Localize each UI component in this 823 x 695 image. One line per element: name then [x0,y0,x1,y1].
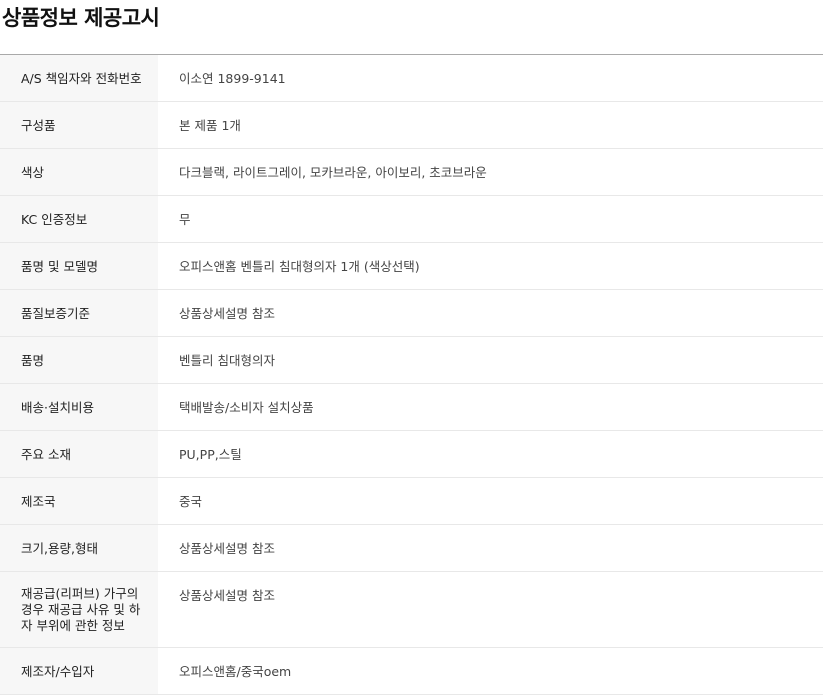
row-label: 색상 [0,148,158,196]
product-info-table: A/S 책임자와 전화번호 이소연 1899-9141 구성품 본 제품 1개 … [0,54,823,695]
row-label: 크기,용량,형태 [0,524,158,572]
table-row: 재공급(리퍼브) 가구의 경우 재공급 사유 및 하자 부위에 관한 정보 상품… [0,571,823,648]
row-value: 벤틀리 침대형의자 [158,336,823,384]
row-value: 택배발송/소비자 설치상품 [158,383,823,431]
table-row: 품명 벤틀리 침대형의자 [0,336,823,384]
row-value: 이소연 1899-9141 [158,54,823,102]
table-row: A/S 책임자와 전화번호 이소연 1899-9141 [0,54,823,102]
row-label: 구성품 [0,101,158,149]
row-value: 오피스앤홈 벤틀리 침대형의자 1개 (색상선택) [158,242,823,290]
table-row: 품명 및 모델명 오피스앤홈 벤틀리 침대형의자 1개 (색상선택) [0,242,823,290]
product-notice-page: 상품정보 제공고시 A/S 책임자와 전화번호 이소연 1899-9141 구성… [0,0,823,695]
table-row: 주요 소재 PU,PP,스틸 [0,430,823,478]
row-label: 품질보증기준 [0,289,158,337]
row-value: 오피스앤홈/중국oem [158,647,823,695]
row-value: 다크블랙, 라이트그레이, 모카브라운, 아이보리, 초코브라운 [158,148,823,196]
row-label: 제조국 [0,477,158,525]
row-value: 중국 [158,477,823,525]
row-value: 무 [158,195,823,243]
table-row: 구성품 본 제품 1개 [0,101,823,149]
row-value: 상품상세설명 참조 [158,571,823,648]
row-label: 주요 소재 [0,430,158,478]
row-label: KC 인증정보 [0,195,158,243]
row-label: 품명 및 모델명 [0,242,158,290]
row-value: PU,PP,스틸 [158,430,823,478]
table-row: 배송·설치비용 택배발송/소비자 설치상품 [0,383,823,431]
row-value: 상품상세설명 참조 [158,524,823,572]
table-row: 제조국 중국 [0,477,823,525]
row-value: 본 제품 1개 [158,101,823,149]
row-label: 제조자/수입자 [0,647,158,695]
row-label: 배송·설치비용 [0,383,158,431]
table-row: 품질보증기준 상품상세설명 참조 [0,289,823,337]
row-value: 상품상세설명 참조 [158,289,823,337]
table-row: 크기,용량,형태 상품상세설명 참조 [0,524,823,572]
table-row: KC 인증정보 무 [0,195,823,243]
row-label: A/S 책임자와 전화번호 [0,54,158,102]
page-title: 상품정보 제공고시 [2,6,160,30]
table-row: 제조자/수입자 오피스앤홈/중국oem [0,647,823,695]
table-row: 색상 다크블랙, 라이트그레이, 모카브라운, 아이보리, 초코브라운 [0,148,823,196]
row-label: 재공급(리퍼브) 가구의 경우 재공급 사유 및 하자 부위에 관한 정보 [0,571,158,648]
row-label: 품명 [0,336,158,384]
